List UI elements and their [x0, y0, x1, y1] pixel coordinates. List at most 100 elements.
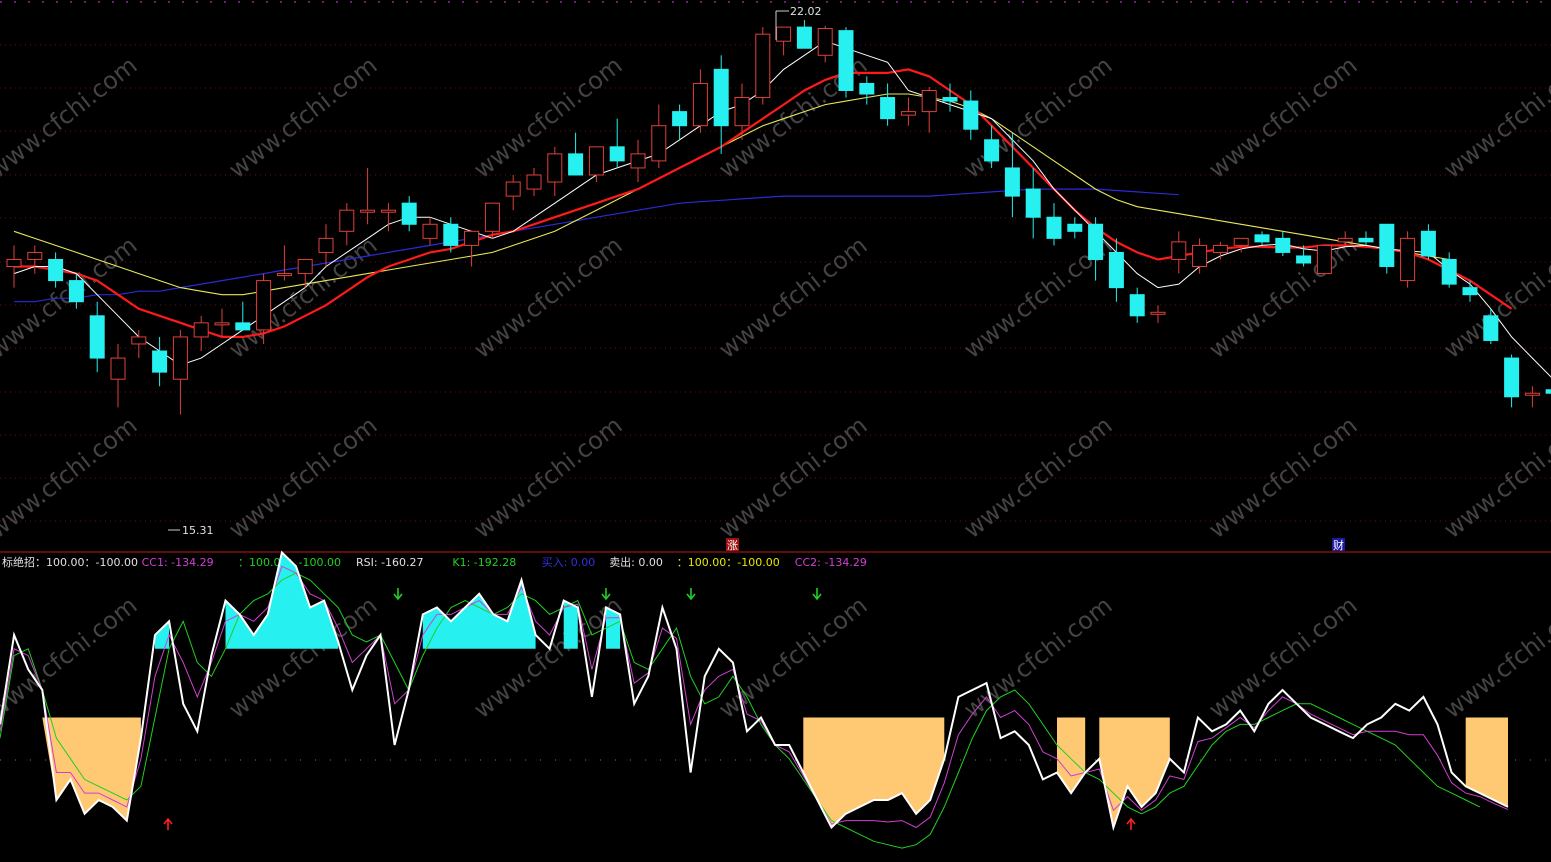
candle-down [1296, 255, 1312, 264]
candle-up [193, 322, 209, 338]
candle-down [1025, 188, 1041, 218]
candle-down [1108, 251, 1124, 289]
candle-down [1504, 357, 1520, 398]
candle-down [1275, 237, 1291, 253]
indicator-field-8: CC2: -134.29 [795, 556, 867, 569]
candle-down [1129, 294, 1145, 317]
watermark-text: www.cfchi.com [468, 411, 627, 544]
candle-up [1337, 237, 1353, 243]
candle-up [297, 258, 313, 275]
indicator-header: 标绝招：100.00：-100.00 CC1: -134.29 ：100.00：-1… [2, 555, 867, 569]
candle-up [339, 209, 355, 232]
candle-down [1088, 223, 1104, 260]
overbought-fill [563, 600, 578, 649]
candle-up [526, 174, 542, 190]
candle-up [110, 357, 126, 380]
oversold-fill [1465, 717, 1508, 807]
watermark-text: www.cfchi.com [1438, 591, 1551, 724]
candle-down [152, 350, 168, 373]
candle-down [568, 153, 584, 176]
indicator-field-3: RSI: -160.27 [356, 556, 424, 569]
indicator-field-1: CC1: -134.29 [142, 556, 214, 569]
candle-down [235, 322, 251, 331]
candle-down [1420, 230, 1436, 257]
zhang-badge: 涨 [727, 539, 738, 552]
watermark-text: www.cfchi.com [1203, 591, 1362, 724]
candle-down [48, 258, 64, 282]
watermark-text: www.cfchi.com [958, 411, 1117, 544]
candle-up [172, 336, 188, 380]
candle-down [1483, 315, 1499, 341]
candle-up [692, 82, 708, 127]
candle-up [1400, 237, 1416, 282]
sell-arrow [393, 588, 403, 601]
candle-down [1545, 389, 1551, 394]
candle-down [963, 100, 979, 130]
candle-down [1254, 234, 1270, 243]
watermark-text: www.cfchi.com [223, 411, 382, 544]
candle-up [900, 111, 916, 116]
candle-up [276, 273, 292, 277]
watermark-text: www.cfchi.com [1203, 411, 1362, 544]
candle-down [859, 82, 875, 95]
watermark-text: www.cfchi.com [468, 231, 627, 364]
candle-down [1379, 223, 1395, 268]
indicator-field-5: 买入: 0.00 [542, 556, 596, 569]
candle-down [880, 97, 896, 120]
candle-up [651, 125, 667, 162]
candle-down [89, 315, 105, 359]
candle-up [484, 202, 500, 232]
watermark-text: www.cfchi.com [1438, 51, 1551, 184]
candle-down [443, 223, 459, 246]
sell-arrow [686, 588, 696, 601]
candle-down [1358, 237, 1374, 243]
candle-down [68, 280, 84, 303]
candle-up [380, 209, 396, 213]
high-price-label: 22.02 [790, 5, 822, 18]
candle-down [984, 139, 1000, 162]
candle-up [1316, 244, 1332, 275]
low-price-label: 15.31 [182, 524, 214, 537]
candle-up [318, 237, 334, 253]
candle-up [1171, 241, 1187, 260]
watermark-text: www.cfchi.com [223, 51, 382, 184]
candle-up [588, 146, 604, 176]
candle-up [422, 223, 438, 239]
cai-badge: 财 [1333, 538, 1344, 552]
candle-down [609, 146, 625, 162]
candle-up [630, 153, 646, 169]
watermark-text: www.cfchi.com [0, 51, 142, 184]
watermark-text: www.cfchi.com [958, 591, 1117, 724]
candle-down [713, 68, 729, 127]
candle-up [27, 251, 43, 260]
buy-arrow [1126, 817, 1136, 830]
watermark-text: www.cfchi.com [713, 231, 872, 364]
watermark-text: www.cfchi.com [713, 411, 872, 544]
candle-up [547, 153, 563, 183]
candle-down [1004, 167, 1020, 197]
watermark-text: www.cfchi.com [0, 411, 142, 544]
candle-up [505, 181, 521, 197]
candle-up [1150, 311, 1166, 315]
ma20-line [13, 93, 1450, 296]
indicator-field-4: K1: -192.28 [452, 556, 516, 569]
candle-up [776, 26, 792, 42]
watermark-text: www.cfchi.com [0, 591, 142, 724]
indicator-field-7: ：100.00：-100.00 [677, 556, 780, 569]
candle-up [921, 89, 937, 113]
candle-up [360, 209, 376, 213]
oversold-fill [1127, 717, 1170, 807]
indicator-field-6: 卖出: 0.00 [609, 555, 663, 569]
candle-up [755, 33, 771, 99]
oversold-fill [1057, 717, 1086, 794]
watermark-text: www.cfchi.com [223, 231, 382, 364]
candle-up [464, 230, 480, 246]
candle-down [838, 30, 854, 91]
candle-down [1046, 216, 1062, 239]
candle-up [214, 322, 230, 326]
candle-down [1441, 258, 1457, 285]
indicator-field-0: 标绝招：100.00：-100.00 [2, 555, 138, 569]
kline-chart[interactable]: www.cfchi.com www.cfchi.com www.cfchi.com w… [0, 0, 1551, 862]
candle-up [1192, 244, 1208, 268]
overbought-fill [155, 621, 170, 649]
